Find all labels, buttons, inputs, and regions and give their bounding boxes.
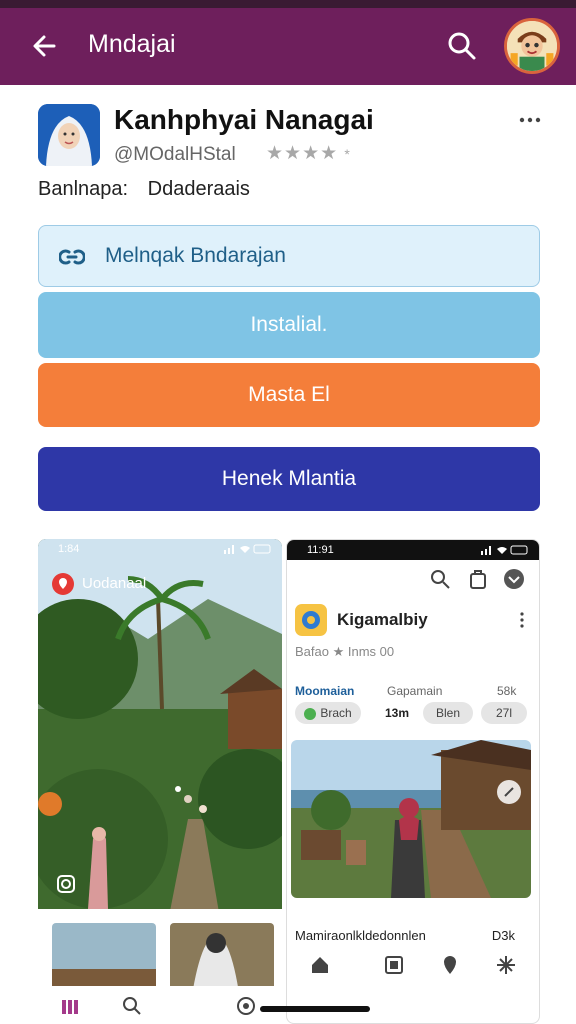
location-icon[interactable] bbox=[439, 954, 461, 976]
meta-label: Banlnapa: bbox=[38, 178, 129, 200]
stat-label: 58k bbox=[497, 684, 517, 698]
cartoon-avatar-icon bbox=[507, 21, 557, 71]
home-icon[interactable] bbox=[309, 954, 331, 976]
app-icon bbox=[38, 104, 100, 166]
bottom-nav bbox=[38, 986, 282, 1024]
app-badge-label: Uodanaal bbox=[82, 575, 147, 592]
signal-battery-icon bbox=[224, 544, 271, 554]
app-logo-icon bbox=[302, 611, 320, 629]
share-icon[interactable] bbox=[467, 568, 489, 590]
post-count: D3k bbox=[491, 928, 515, 943]
secondary-action-button[interactable]: Henek Mlantia bbox=[38, 447, 540, 511]
app-subtitle: Bafao ★ Inms 00 bbox=[295, 644, 395, 659]
stat-label: Gapamain bbox=[387, 684, 443, 698]
app-name: Kanhphyai Nanagai bbox=[114, 104, 374, 135]
profile-avatar[interactable] bbox=[504, 18, 560, 74]
app-badge[interactable] bbox=[52, 573, 74, 595]
village-garden-scene bbox=[38, 539, 282, 1024]
pin-icon bbox=[59, 578, 67, 589]
rating-stars-extra: * bbox=[344, 146, 351, 162]
status-time: 11:91 bbox=[307, 544, 334, 556]
link-icon bbox=[59, 249, 85, 265]
screenshot-preview-2[interactable]: 11:91 Kigamalbiy Bafao ★ Inms 00 Moomaia… bbox=[286, 539, 540, 1024]
app-icon bbox=[295, 604, 327, 636]
install-button[interactable]: Instalial. bbox=[38, 292, 540, 358]
search-icon[interactable] bbox=[444, 28, 480, 64]
seaside-village-scene bbox=[291, 740, 531, 898]
signal-battery-icon bbox=[481, 545, 528, 555]
stat-chip-label: Brach bbox=[320, 706, 352, 720]
developer-handle[interactable]: @MOdalHStal bbox=[114, 144, 236, 166]
primary-action-button[interactable]: Masta El bbox=[38, 363, 540, 427]
dropdown-icon[interactable] bbox=[503, 568, 525, 590]
stat-value: 13m bbox=[385, 706, 410, 720]
app-meta: Banlnapa: Ddaderaais bbox=[38, 178, 250, 201]
status-strip bbox=[0, 0, 576, 8]
app-bar: Mndajai bbox=[0, 8, 576, 85]
grid-icon[interactable] bbox=[383, 954, 405, 976]
link-button[interactable]: Melnqak Bndarajan bbox=[38, 225, 540, 287]
rating-stars-filled: ★★★★ bbox=[266, 143, 339, 164]
arrow-left-icon[interactable] bbox=[26, 28, 62, 64]
rating-stars: ★★★★ * bbox=[266, 142, 351, 165]
post-caption: Mamiraonlkldedonnlen bbox=[295, 928, 426, 943]
status-bar: 1:84 bbox=[38, 539, 282, 559]
instagram-icon[interactable] bbox=[56, 874, 76, 894]
stat-chip[interactable]: Brach bbox=[295, 702, 361, 724]
stat-chip[interactable]: 27l bbox=[481, 702, 527, 724]
search-icon[interactable] bbox=[122, 996, 142, 1016]
screenshot-preview-1[interactable]: 1:84 Uodanaal bbox=[38, 539, 282, 1024]
status-time: 1:84 bbox=[58, 543, 80, 555]
settings-icon[interactable] bbox=[495, 954, 517, 976]
compass-icon[interactable] bbox=[236, 996, 256, 1016]
library-icon[interactable] bbox=[60, 996, 80, 1016]
stat-chip[interactable]: Blen bbox=[423, 702, 473, 724]
app-portrait-icon bbox=[38, 104, 100, 166]
status-bar: 11:91 bbox=[287, 540, 539, 560]
app-name: Kigamalbiy bbox=[337, 610, 428, 629]
page-title: Mndajai bbox=[88, 30, 176, 58]
more-horizontal-icon[interactable] bbox=[518, 112, 542, 128]
status-dot-icon bbox=[304, 707, 317, 720]
search-icon[interactable] bbox=[429, 568, 451, 590]
home-indicator[interactable] bbox=[260, 1006, 370, 1012]
meta-value: Ddaderaais bbox=[147, 178, 250, 200]
link-button-label: Melnqak Bndarajan bbox=[105, 244, 286, 267]
post-photo[interactable] bbox=[291, 740, 531, 898]
more-vertical-icon[interactable] bbox=[519, 612, 525, 628]
stat-label: Moomaian bbox=[295, 684, 355, 698]
